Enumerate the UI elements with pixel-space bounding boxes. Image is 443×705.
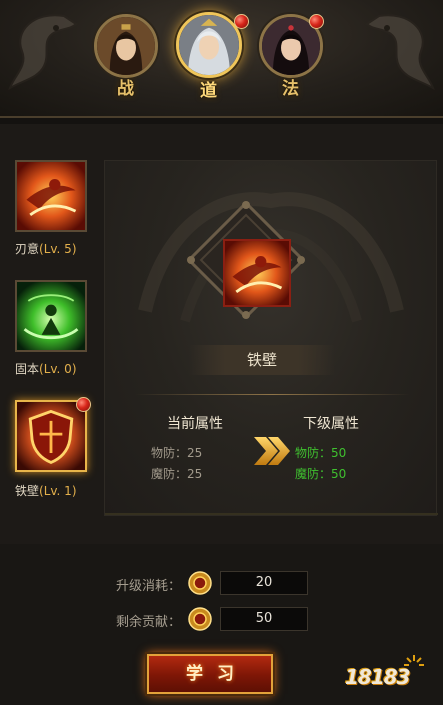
warrior-class-portrait[interactable] (94, 14, 158, 78)
skill-name-consolidate: 固本(Lv. 0) (15, 360, 77, 377)
next-level-attributes: 下级属性 物防：50 魔防：50 (295, 413, 359, 485)
notification-dot-icon (234, 14, 249, 29)
taoist-class-portrait[interactable] (176, 12, 242, 78)
next-physical-defense: 物防：50 (295, 446, 347, 460)
site-watermark-logo: 18183 (345, 653, 433, 693)
remaining-contribution-label: 剩余贡献： (116, 615, 182, 630)
upgrade-cost-row: 升级消耗： 20 (116, 571, 316, 597)
skill-name-text: 铁壁 (15, 484, 40, 498)
dragon-ornament-left (8, 14, 78, 91)
skill-name-text: 固本 (15, 362, 40, 376)
divider (135, 394, 410, 395)
upgrade-cost-area: 升级消耗： 20 剩余贡献： 50 学习 18183 (0, 544, 443, 705)
skill-name-iron-wall: 铁壁(Lv. 1) (15, 482, 77, 499)
upgrade-cost-label: 升级消耗： (116, 579, 182, 594)
class-label-mage: 法 (282, 79, 299, 99)
taoist-avatar-icon (179, 15, 239, 75)
selected-skill-big-icon (223, 239, 291, 307)
current-attributes-header: 当前属性 (167, 416, 223, 432)
dragon-ornament-right (365, 14, 435, 91)
upgrade-cost-value: 20 (220, 571, 308, 595)
learn-button[interactable]: 学习 (147, 654, 273, 694)
next-level-attributes-header: 下级属性 (303, 416, 359, 432)
remaining-contribution-value: 50 (220, 607, 308, 631)
class-label-taoist: 道 (200, 81, 217, 101)
class-label-warrior: 战 (117, 79, 134, 99)
remaining-contribution-row: 剩余贡献： 50 (116, 607, 316, 633)
watermark-text: 18183 (345, 665, 411, 689)
skill-level-text: (Lv. 0) (39, 362, 77, 376)
double-chevron-right-icon (254, 437, 290, 465)
next-magic-defense: 魔防：50 (295, 467, 347, 481)
skill-panel: 刃意(Lv. 5) 固本(Lv. 0) 铁壁(Lv. 1) 铁壁 当前属性 物防… (0, 124, 443, 544)
current-attributes: 当前属性 物防：25 魔防：25 (151, 413, 223, 485)
skill-name-text: 刃意 (15, 242, 40, 256)
blade-intent-skill-icon (15, 160, 87, 232)
consolidate-skill-icon (15, 280, 87, 352)
notification-dot-icon (76, 397, 91, 412)
skill-level-text: (Lv. 1) (39, 484, 77, 498)
contribution-coin-icon (188, 571, 212, 595)
current-magic-defense: 魔防：25 (151, 467, 203, 481)
current-physical-defense: 物防：25 (151, 446, 203, 460)
skill-detail-pane: 铁壁 当前属性 物防：25 魔防：25 下级属性 物防：50 魔防：50 (104, 160, 438, 516)
class-selector-header: 战 道 法 (0, 0, 443, 118)
notification-dot-icon (309, 14, 324, 29)
warrior-avatar-icon (97, 17, 155, 75)
iron-wall-skill-icon (15, 400, 87, 472)
contribution-coin-icon (188, 607, 212, 631)
divider (105, 513, 438, 515)
skill-level-text: (Lv. 5) (39, 242, 77, 256)
selected-skill-title: 铁壁 (189, 345, 335, 375)
skill-name-blade-intent: 刃意(Lv. 5) (15, 240, 77, 257)
